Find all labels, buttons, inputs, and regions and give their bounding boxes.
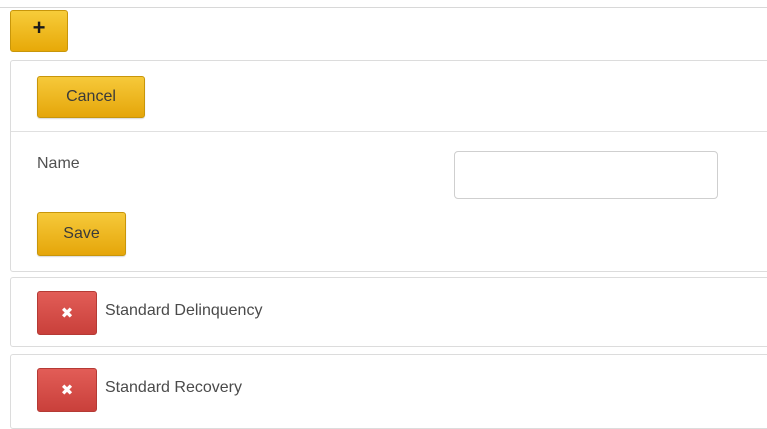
x-icon: ✖ — [60, 305, 74, 322]
name-label: Name — [37, 155, 80, 172]
list-item-label: Standard Recovery — [105, 379, 242, 396]
cancel-button[interactable]: Cancel — [37, 76, 145, 118]
x-icon: ✖ — [60, 382, 74, 399]
list-item: ✖ Standard Recovery — [10, 354, 767, 429]
plus-icon: + — [32, 15, 46, 40]
list-item-label: Standard Delinquency — [105, 302, 263, 319]
panel-divider — [11, 131, 767, 132]
save-button[interactable]: Save — [37, 212, 126, 256]
name-input[interactable] — [454, 151, 718, 199]
top-divider — [0, 7, 767, 8]
edit-panel: Cancel Name Save — [10, 60, 767, 272]
delete-button[interactable]: ✖ — [37, 291, 97, 335]
list-item: ✖ Standard Delinquency — [10, 277, 767, 347]
delete-button[interactable]: ✖ — [37, 368, 97, 412]
add-button[interactable]: + — [10, 10, 68, 52]
